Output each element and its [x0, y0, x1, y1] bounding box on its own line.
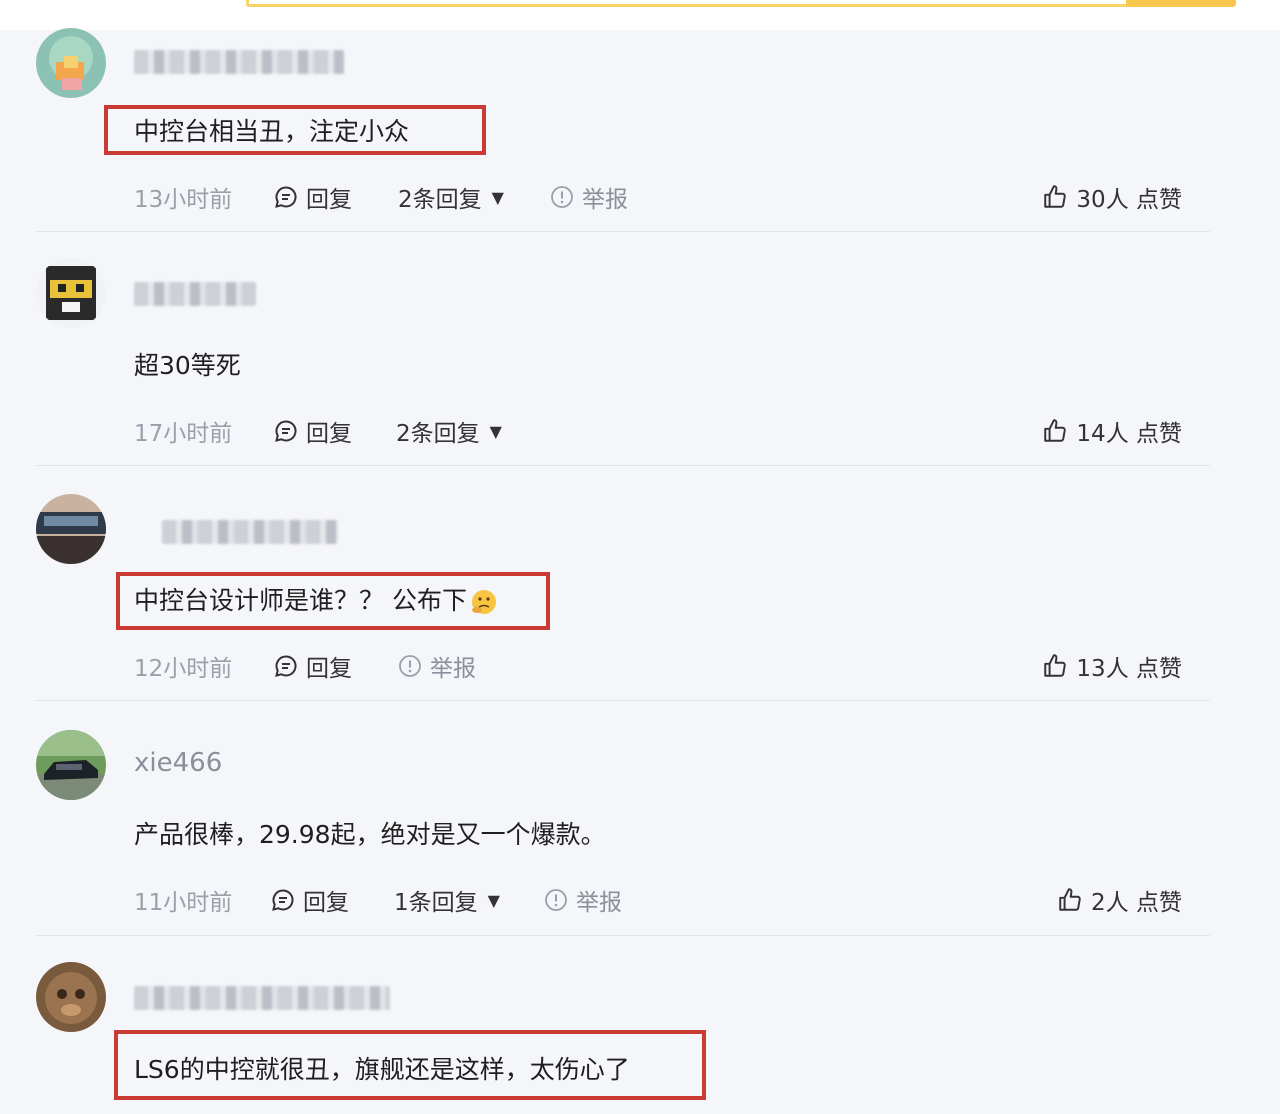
comment-meta: 11小时前 回复 1条回复 ▼ 举报 — [134, 879, 1194, 917]
avatar[interactable] — [36, 258, 106, 328]
username[interactable] — [134, 50, 344, 74]
like-count: 30人 点赞 — [1076, 187, 1182, 213]
thumbs-up-icon — [1042, 418, 1068, 444]
comment-meta: 13小时前 回复 2条回复 ▼ 举报 — [134, 176, 1194, 214]
replies-dropdown[interactable]: 1条回复 ▼ — [394, 883, 500, 917]
report-exclamation-icon — [550, 185, 574, 209]
report-button[interactable]: 举报 — [398, 649, 476, 683]
timestamp: 13小时前 — [134, 187, 233, 213]
thumbs-up-icon — [1042, 184, 1068, 210]
reply-label: 回复 — [306, 656, 352, 682]
report-button[interactable]: 举报 — [550, 180, 628, 214]
comment-meta: 17小时前 回复 2条回复 ▼ — [134, 410, 1194, 448]
timestamp: 17小时前 — [134, 421, 233, 447]
username[interactable] — [134, 986, 390, 1010]
avatar[interactable] — [36, 28, 106, 98]
like-count: 13人 点赞 — [1076, 656, 1182, 682]
comment-text: 产品很棒，29.98起，绝对是又一个爆款。 — [134, 820, 606, 849]
highlight-box — [114, 1030, 706, 1100]
avatar[interactable] — [36, 730, 106, 800]
avatar[interactable] — [36, 962, 106, 1032]
like-button[interactable]: 14人 点赞 — [1042, 414, 1182, 448]
dropdown-triangle-icon: ▼ — [491, 187, 504, 207]
username[interactable] — [162, 520, 338, 544]
top-bar — [0, 0, 1280, 30]
highlight-box — [116, 572, 550, 630]
reply-button[interactable]: 回复 — [274, 414, 352, 448]
dropdown-triangle-icon: ▼ — [487, 890, 500, 910]
comment-bubble-icon — [274, 654, 298, 678]
report-label: 举报 — [582, 187, 628, 213]
avatar[interactable] — [36, 494, 106, 564]
report-button[interactable]: 举报 — [544, 883, 622, 917]
like-button[interactable]: 13人 点赞 — [1042, 649, 1182, 683]
comment-bubble-icon — [274, 419, 298, 443]
divider — [36, 231, 1210, 232]
reply-button[interactable]: 回复 — [274, 180, 352, 214]
comment-text: 超30等死 — [134, 351, 241, 380]
replies-dropdown[interactable]: 2条回复 ▼ — [398, 180, 504, 214]
report-exclamation-icon — [544, 888, 568, 912]
divider — [36, 700, 1210, 701]
like-button[interactable]: 30人 点赞 — [1042, 180, 1182, 214]
comment-meta: 12小时前 回复 举报 — [134, 645, 1194, 683]
reply-label: 回复 — [306, 187, 352, 213]
search-button[interactable] — [1126, 0, 1236, 7]
reply-button[interactable]: 回复 — [271, 883, 349, 917]
search-input[interactable] — [246, 0, 1132, 7]
dropdown-triangle-icon: ▼ — [489, 421, 502, 441]
reply-label: 回复 — [306, 421, 352, 447]
timestamp: 11小时前 — [134, 890, 233, 916]
timestamp: 12小时前 — [134, 656, 233, 682]
like-button[interactable]: 2人 点赞 — [1057, 883, 1182, 917]
like-count: 14人 点赞 — [1076, 421, 1182, 447]
thumbs-up-icon — [1057, 887, 1083, 913]
username[interactable]: xie466 — [134, 748, 222, 778]
replies-dropdown[interactable]: 2条回复 ▼ — [396, 414, 502, 448]
replies-count: 1条回复 — [394, 890, 478, 916]
divider — [36, 465, 1210, 466]
replies-count: 2条回复 — [398, 187, 482, 213]
report-label: 举报 — [430, 656, 476, 682]
report-label: 举报 — [576, 890, 622, 916]
highlight-box — [104, 105, 486, 155]
divider — [36, 935, 1210, 936]
thumbs-up-icon — [1042, 653, 1068, 679]
like-count: 2人 点赞 — [1091, 890, 1182, 916]
replies-count: 2条回复 — [396, 421, 480, 447]
username[interactable] — [134, 282, 256, 306]
comment-bubble-icon — [271, 888, 295, 912]
reply-button[interactable]: 回复 — [274, 649, 352, 683]
comment-bubble-icon — [274, 185, 298, 209]
report-exclamation-icon — [398, 654, 422, 678]
reply-label: 回复 — [303, 890, 349, 916]
